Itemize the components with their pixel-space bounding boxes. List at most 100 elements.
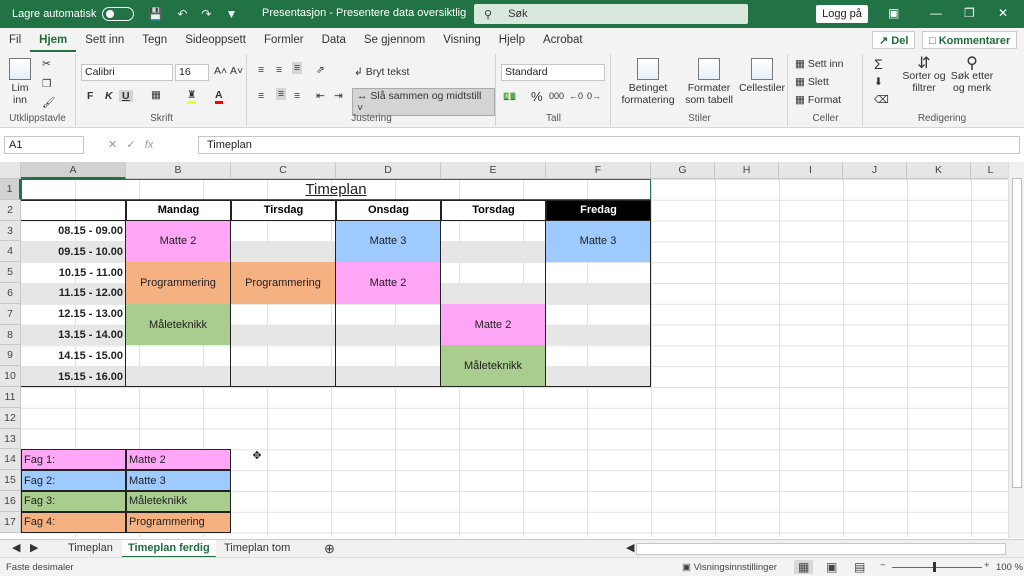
row-header[interactable]: 15 <box>0 470 21 491</box>
bold-button[interactable]: F <box>87 90 93 102</box>
format-as-table-button[interactable]: Formater som tabell <box>680 58 738 106</box>
column-header[interactable]: A <box>21 162 126 179</box>
timetable-block[interactable]: Programmering <box>231 262 336 304</box>
save-icon[interactable]: 💾 <box>148 7 163 21</box>
document-title[interactable]: Presentasjon - Presentere data oversiktl… <box>262 7 466 19</box>
indent-increase-icon[interactable]: ⇥ <box>334 90 343 102</box>
day-header[interactable]: Fredag <box>546 199 651 221</box>
table-bottom-border[interactable] <box>21 386 651 387</box>
timetable-block[interactable]: Programmering <box>126 262 231 304</box>
timetable-title[interactable]: Timeplan <box>21 179 651 200</box>
normal-view-icon[interactable]: ▦ <box>794 560 814 574</box>
sheet-tab[interactable]: Timeplan <box>62 540 119 558</box>
timetable-block[interactable]: Matte 2 <box>336 262 441 304</box>
row-header[interactable]: 12 <box>0 407 21 429</box>
conditional-formatting-button[interactable]: Betinget formatering <box>616 58 680 106</box>
time-label[interactable]: 12.15 - 13.00 <box>21 303 126 325</box>
zoom-slider-thumb[interactable] <box>933 562 936 572</box>
font-color-icon[interactable]: A <box>215 89 223 104</box>
align-bottom-icon[interactable]: ≡ <box>292 62 303 74</box>
grow-font-icon[interactable]: A˄ <box>214 65 227 77</box>
column-header[interactable]: H <box>715 162 779 179</box>
login-button[interactable]: Logg på <box>816 5 868 23</box>
row-header[interactable]: 3 <box>0 220 21 242</box>
undo-icon[interactable]: ↶ <box>177 7 187 21</box>
underline-button[interactable]: U <box>119 90 133 102</box>
time-label[interactable]: 15.15 - 16.00 <box>21 366 126 387</box>
column-header[interactable]: L <box>971 162 1011 179</box>
row-header[interactable]: 1 <box>0 179 21 200</box>
ribbon-tab-4[interactable]: Sideoppsett <box>176 28 255 52</box>
name-box[interactable]: A1 <box>4 136 84 154</box>
formula-buttons[interactable]: ✕ ✓ fx <box>108 138 153 151</box>
align-center-icon[interactable]: ≡ <box>276 88 287 100</box>
page-break-icon[interactable]: ▤ <box>854 560 865 574</box>
italic-button[interactable]: K <box>105 90 113 102</box>
time-label[interactable]: 13.15 - 14.00 <box>21 324 126 346</box>
legend-value[interactable]: Måleteknikk <box>126 491 231 512</box>
insert-cells-button[interactable]: ▦ Sett inn <box>795 58 843 70</box>
customize-toolbar-icon[interactable]: ▼ <box>225 7 237 21</box>
shrink-font-icon[interactable]: A˅ <box>230 65 243 77</box>
font-size-select[interactable]: 16 <box>175 64 209 81</box>
legend-label[interactable]: Fag 3: <box>21 491 126 512</box>
redo-icon[interactable]: ↷ <box>201 7 211 21</box>
day-header[interactable]: Mandag <box>126 199 231 221</box>
increase-decimal-icon[interactable]: ←0 <box>569 91 583 101</box>
row-header[interactable]: 16 <box>0 491 21 512</box>
column-header[interactable]: F <box>546 162 651 179</box>
delete-cells-button[interactable]: ▦ Slett <box>795 76 829 88</box>
ribbon-display-icon[interactable]: ▣ <box>888 6 899 20</box>
legend-label[interactable]: Fag 4: <box>21 511 126 533</box>
ribbon-tab-5[interactable]: Formler <box>255 28 313 52</box>
timetable-block[interactable]: Matte 2 <box>126 220 231 263</box>
row-header[interactable]: 10 <box>0 366 21 387</box>
comments-button[interactable]: □ Kommentarer <box>922 31 1018 49</box>
day-header[interactable]: Onsdag <box>336 199 441 221</box>
decrease-decimal-icon[interactable]: 0→ <box>587 91 601 101</box>
orientation-icon[interactable]: ⇗ <box>316 64 325 76</box>
row-header[interactable]: 7 <box>0 303 21 325</box>
align-right-icon[interactable]: ≡ <box>294 90 300 102</box>
ribbon-tab-3[interactable]: Tegn <box>133 28 176 52</box>
timetable-block[interactable]: Matte 2 <box>441 303 546 346</box>
time-label[interactable]: 14.15 - 15.00 <box>21 345 126 367</box>
number-format-select[interactable]: Standard <box>501 64 605 81</box>
column-header[interactable]: B <box>126 162 231 179</box>
zoom-slider[interactable] <box>892 567 982 568</box>
align-left-icon[interactable]: ≡ <box>258 90 264 102</box>
ribbon-tab-6[interactable]: Data <box>313 28 355 52</box>
row-header[interactable]: 13 <box>0 428 21 450</box>
wrap-text-button[interactable]: ↲ Bryt tekst <box>354 66 409 78</box>
timetable-block[interactable]: Måleteknikk <box>441 345 546 387</box>
legend-label[interactable]: Fag 1: <box>21 449 126 471</box>
search-box[interactable]: ⚲ Søk <box>474 4 748 24</box>
format-cells-button[interactable]: ▦ Format <box>795 94 841 106</box>
align-middle-icon[interactable]: ≡ <box>276 64 282 76</box>
ribbon-tab-0[interactable]: Fil <box>0 28 30 52</box>
column-header[interactable]: K <box>907 162 971 179</box>
column-header[interactable]: G <box>651 162 715 179</box>
accounting-icon[interactable]: 💵 <box>503 90 516 103</box>
time-label[interactable]: 08.15 - 09.00 <box>21 220 126 242</box>
corner-cell[interactable] <box>21 199 126 221</box>
sort-filter-button[interactable]: ⇵ Sorter og filtrer <box>900 56 948 95</box>
autosum-icon[interactable]: Σ <box>874 56 883 72</box>
column-header[interactable]: E <box>441 162 546 179</box>
format-painter-icon[interactable]: 🖌 <box>42 96 55 109</box>
row-header[interactable]: 5 <box>0 262 21 283</box>
zoom-out-icon[interactable]: − <box>880 560 886 571</box>
row-header[interactable]: 11 <box>0 387 21 408</box>
align-top-icon[interactable]: ≡ <box>258 64 264 76</box>
ribbon-tab-10[interactable]: Acrobat <box>534 28 592 52</box>
comma-style-icon[interactable]: 000 <box>549 91 564 101</box>
ribbon-tab-8[interactable]: Visning <box>434 28 490 52</box>
vertical-scrollbar[interactable] <box>1008 162 1024 538</box>
next-sheet-icon[interactable]: ▶ <box>24 540 44 558</box>
horizontal-scrollbar[interactable] <box>636 543 1006 555</box>
row-header[interactable]: 14 <box>0 449 21 471</box>
find-select-button[interactable]: ⚲ Søk etter og merk <box>948 56 996 95</box>
legend-label[interactable]: Fag 2: <box>21 470 126 491</box>
legend-value[interactable]: Matte 3 <box>126 470 231 491</box>
column-header[interactable]: I <box>779 162 843 179</box>
